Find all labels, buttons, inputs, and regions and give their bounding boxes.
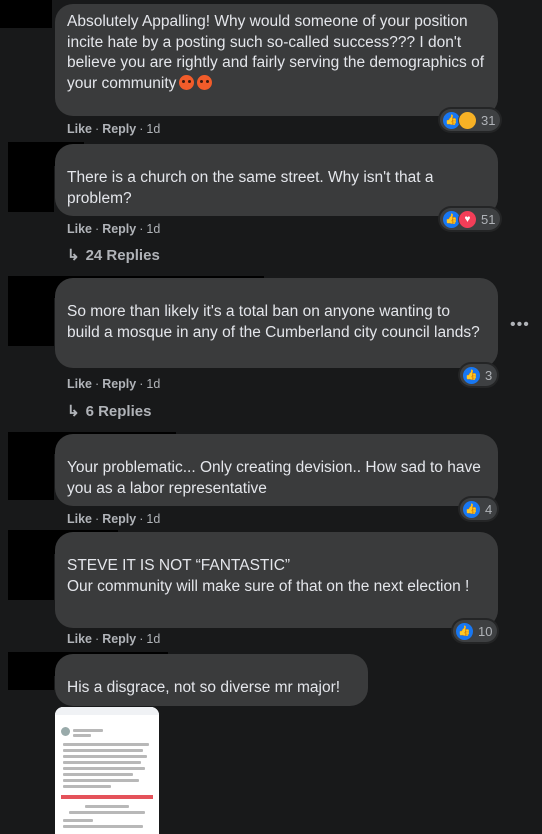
angry-emoji-icon (179, 74, 195, 90)
comment-actions: Like · Reply · 1d (67, 122, 161, 136)
more-options-icon[interactable]: ••• (510, 316, 530, 334)
reaction-summary[interactable]: 👍 ♥ 51 (440, 208, 501, 230)
reaction-summary[interactable]: 👍 10 (453, 620, 498, 642)
reply-link[interactable]: Reply (102, 222, 136, 236)
reply-link[interactable]: Reply (102, 512, 136, 526)
timestamp[interactable]: 1d (146, 377, 160, 391)
redacted-avatar-name (8, 276, 54, 346)
reaction-summary[interactable]: 👍 3 (460, 364, 498, 386)
comment-bubble: His a disgrace, not so diverse mr major! (55, 654, 368, 706)
heart-icon: ♥ (458, 209, 477, 229)
reaction-count: 4 (485, 501, 493, 517)
thumbs-up-icon: 👍 (455, 621, 474, 641)
timestamp[interactable]: 1d (146, 122, 160, 136)
comment-text: Your problematic... Only creating devisi… (67, 459, 481, 497)
reply-link[interactable]: Reply (102, 632, 136, 646)
comment-text: There is a church on the same street. Wh… (67, 169, 434, 207)
reply-arrow-icon: ↳ (67, 403, 80, 420)
reaction-count: 51 (481, 211, 496, 227)
timestamp[interactable]: 1d (146, 512, 160, 526)
comment-bubble: Your problematic... Only creating devisi… (55, 434, 498, 506)
reply-link[interactable]: Reply (102, 377, 136, 391)
view-replies-link[interactable]: ↳ 6 Replies (67, 402, 151, 420)
redacted-avatar-name (8, 142, 54, 212)
comment-text: Absolutely Appalling! Why would someone … (67, 13, 485, 92)
thumbs-up-icon: 👍 (462, 365, 481, 385)
redacted-avatar-name (8, 652, 54, 690)
care-face-icon (458, 110, 477, 130)
comment-text: His a disgrace, not so diverse mr major! (67, 679, 341, 696)
reaction-count: 31 (481, 112, 496, 128)
thumbs-up-icon: 👍 (462, 499, 481, 519)
comment-actions: Like · Reply · 1d (67, 632, 161, 646)
attached-image-thumbnail[interactable] (55, 707, 159, 834)
like-link[interactable]: Like (67, 377, 92, 391)
redacted-avatar-name (0, 0, 52, 28)
comment-actions: Like · Reply · 1d (67, 377, 161, 391)
reaction-summary[interactable]: 👍 31 (440, 109, 501, 131)
reaction-count: 10 (478, 623, 493, 639)
timestamp[interactable]: 1d (146, 222, 160, 236)
angry-emoji-icon (197, 74, 213, 90)
replies-count: 6 Replies (85, 403, 152, 420)
reply-link[interactable]: Reply (102, 122, 136, 136)
reaction-count: 3 (485, 367, 493, 383)
comment-bubble: STEVE IT IS NOT “FANTASTIC” Our communit… (55, 532, 498, 628)
view-replies-link[interactable]: ↳ 24 Replies (67, 246, 160, 264)
comment-text-line: Our community will make sure of that on … (67, 577, 470, 595)
reaction-summary[interactable]: 👍 4 (460, 498, 498, 520)
comment-bubble: Absolutely Appalling! Why would someone … (55, 4, 498, 116)
comment-text-line: STEVE IT IS NOT “FANTASTIC” (67, 557, 291, 574)
redacted-avatar-name (8, 432, 54, 500)
comment-bubble: There is a church on the same street. Wh… (55, 144, 498, 216)
comment-bubble: So more than likely it's a total ban on … (55, 278, 498, 368)
timestamp[interactable]: 1d (146, 632, 160, 646)
reply-arrow-icon: ↳ (67, 247, 80, 264)
comment-actions: Like · Reply · 1d (67, 512, 161, 526)
like-link[interactable]: Like (67, 632, 92, 646)
like-link[interactable]: Like (67, 122, 92, 136)
like-link[interactable]: Like (67, 512, 92, 526)
replies-count: 24 Replies (85, 247, 160, 264)
comment-actions: Like · Reply · 1d (67, 222, 161, 236)
redacted-avatar-name (8, 530, 54, 600)
like-link[interactable]: Like (67, 222, 92, 236)
comment-text: So more than likely it's a total ban on … (67, 303, 480, 341)
